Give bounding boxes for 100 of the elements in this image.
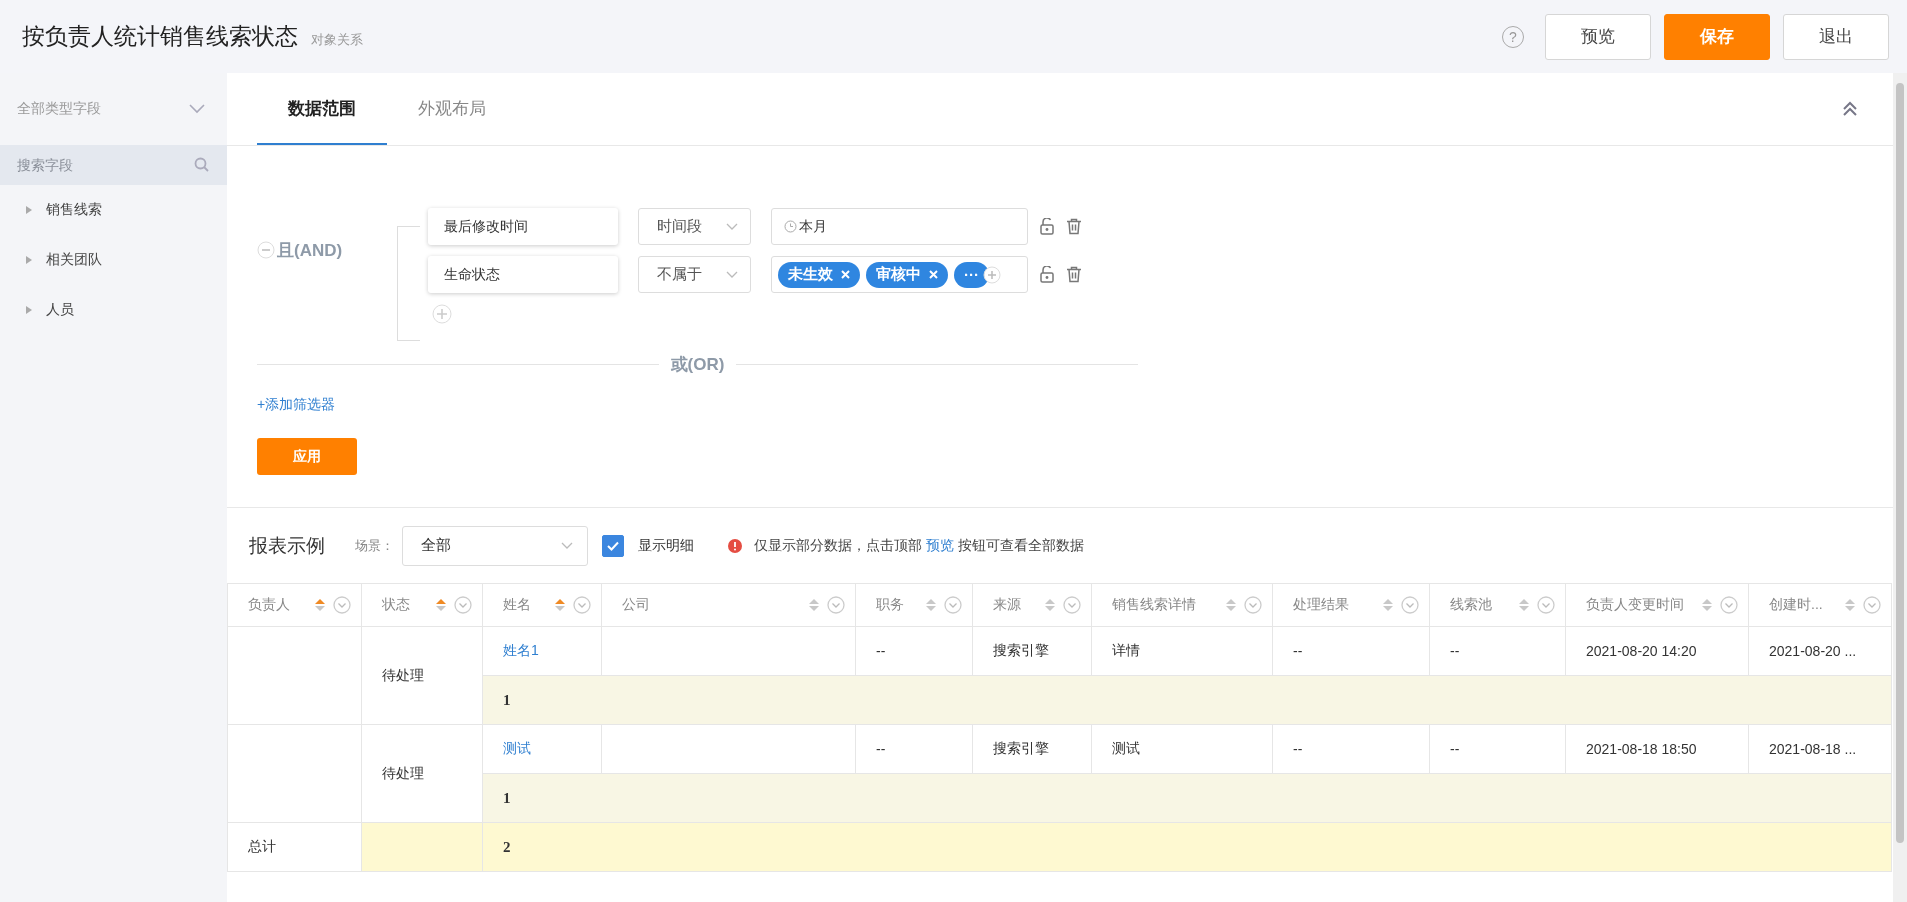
minus-circle-icon[interactable] <box>257 241 275 259</box>
table-cell: -- <box>1293 741 1303 757</box>
table-cell: 总计 <box>248 838 276 854</box>
report-title: 报表示例 <box>249 533 325 558</box>
tab[interactable]: 数据范围 <box>257 73 387 145</box>
operator-select[interactable]: 不属于 <box>638 256 751 293</box>
column-header[interactable]: 创建时... <box>1769 596 1823 614</box>
column-header[interactable]: 职务 <box>876 596 904 614</box>
column-header[interactable]: 来源 <box>993 596 1021 614</box>
show-detail-label: 显示明细 <box>638 536 694 555</box>
chevron-circle-icon[interactable] <box>1063 596 1081 614</box>
table-cell: 2021-08-20 ... <box>1769 643 1857 659</box>
subtotal-row: 1 <box>482 773 1892 823</box>
sidebar-item[interactable]: 相关团队 <box>0 235 227 285</box>
preview-link[interactable]: 预览 <box>925 536 954 553</box>
sort-icon[interactable] <box>926 598 936 612</box>
chevron-circle-icon[interactable] <box>454 596 472 614</box>
table-cell: -- <box>1450 643 1460 659</box>
sort-icon[interactable] <box>436 598 446 612</box>
close-icon[interactable] <box>841 270 850 279</box>
table-cell: 搜索引擎 <box>993 740 1049 756</box>
or-label: 或(OR) <box>670 354 725 376</box>
chevron-circle-icon[interactable] <box>1401 596 1419 614</box>
chevron-down-icon <box>561 542 573 549</box>
add-filter-link[interactable]: +添加筛选器 <box>257 396 336 414</box>
chevron-circle-icon[interactable] <box>1244 596 1262 614</box>
unlock-icon[interactable] <box>1040 266 1054 283</box>
operator-select[interactable]: 时间段 <box>638 208 751 245</box>
table-cell: 待处理 <box>382 764 424 781</box>
scene-select[interactable]: 全部 <box>402 525 588 566</box>
sort-icon[interactable] <box>1383 598 1393 612</box>
page-title: 按负责人统计销售线索状态 <box>22 22 298 51</box>
table-cell: -- <box>876 643 886 659</box>
trash-icon[interactable] <box>1066 266 1082 283</box>
chevron-down-icon <box>189 104 205 114</box>
field-select[interactable]: 最后修改时间 <box>428 208 618 245</box>
table-cell: 2021-08-18 18:50 <box>1586 741 1697 757</box>
header-button[interactable]: 预览 <box>1545 13 1651 60</box>
scrollbar[interactable] <box>1893 73 1907 902</box>
field-select[interactable]: 生命状态 <box>428 256 618 293</box>
sort-icon[interactable] <box>1045 598 1055 612</box>
subtotal-row: 1 <box>482 675 1892 725</box>
header-button[interactable]: 保存 <box>1664 13 1770 60</box>
table-cell: 测试 <box>1112 740 1140 756</box>
tag[interactable]: ··· <box>954 261 989 288</box>
sort-icon[interactable] <box>1845 598 1855 612</box>
search-field[interactable]: 搜索字段 <box>0 145 227 185</box>
scene-label: 场景： <box>355 536 394 555</box>
chevron-circle-icon[interactable] <box>1863 596 1881 614</box>
chevron-circle-icon[interactable] <box>573 596 591 614</box>
column-header[interactable]: 状态 <box>382 596 410 614</box>
and-label: 且(AND) <box>277 239 343 262</box>
table-cell: -- <box>876 741 886 757</box>
name-link[interactable]: 姓名1 <box>503 642 539 658</box>
table-cell: 2021-08-18 ... <box>1769 741 1857 757</box>
sort-icon[interactable] <box>1226 598 1236 612</box>
date-field[interactable]: 本月 <box>771 208 1028 245</box>
sidebar-item[interactable]: 销售线索 <box>0 185 227 235</box>
unlock-icon[interactable] <box>1040 218 1054 235</box>
tag[interactable]: 审核中 <box>866 261 948 288</box>
sort-icon[interactable] <box>809 598 819 612</box>
column-header[interactable]: 姓名 <box>503 596 531 614</box>
close-icon[interactable] <box>929 270 938 279</box>
chevron-circle-icon[interactable] <box>944 596 962 614</box>
tab[interactable]: 外观布局 <box>387 73 517 145</box>
trash-icon[interactable] <box>1066 218 1082 235</box>
exclamation-icon <box>728 538 742 553</box>
table-cell: -- <box>1450 741 1460 757</box>
table-cell: 详情 <box>1112 642 1140 658</box>
notice-text: 仅显示部分数据，点击顶部 预览 按钮可查看全部数据 <box>754 536 1084 555</box>
tag-field[interactable]: 未生效 审核中 ··· <box>771 256 1028 293</box>
double-chevron-up-icon[interactable] <box>1843 101 1857 117</box>
column-header[interactable]: 处理结果 <box>1293 596 1349 614</box>
tag[interactable]: 未生效 <box>778 261 860 288</box>
column-header[interactable]: 销售线索详情 <box>1112 596 1196 614</box>
sort-icon[interactable] <box>1519 598 1529 612</box>
table-cell: 搜索引擎 <box>993 642 1049 658</box>
column-header[interactable]: 负责人 <box>248 596 290 614</box>
chevron-circle-icon[interactable] <box>827 596 845 614</box>
column-header[interactable]: 线索池 <box>1450 596 1492 614</box>
field-type-select[interactable]: 全部类型字段 <box>0 73 227 145</box>
sidebar-item[interactable]: 人员 <box>0 285 227 335</box>
sort-icon[interactable] <box>1702 598 1712 612</box>
show-detail-checkbox[interactable] <box>602 534 624 557</box>
sort-icon[interactable] <box>315 598 325 612</box>
header-button[interactable]: 退出 <box>1783 13 1889 60</box>
name-link[interactable]: 测试 <box>503 740 531 756</box>
table-cell: -- <box>1293 643 1303 659</box>
apply-button[interactable]: 应用 <box>257 438 357 475</box>
plus-circle-icon[interactable] <box>983 265 1001 284</box>
sort-icon[interactable] <box>555 598 565 612</box>
clock-icon <box>784 220 797 233</box>
chevron-circle-icon[interactable] <box>333 596 351 614</box>
column-header[interactable]: 公司 <box>622 596 650 614</box>
chevron-circle-icon[interactable] <box>1720 596 1738 614</box>
chevron-down-icon <box>726 223 738 230</box>
table-cell: 2021-08-20 14:20 <box>1586 643 1697 659</box>
search-icon <box>194 157 209 172</box>
check-icon <box>607 540 619 551</box>
chevron-circle-icon[interactable] <box>1537 596 1555 614</box>
